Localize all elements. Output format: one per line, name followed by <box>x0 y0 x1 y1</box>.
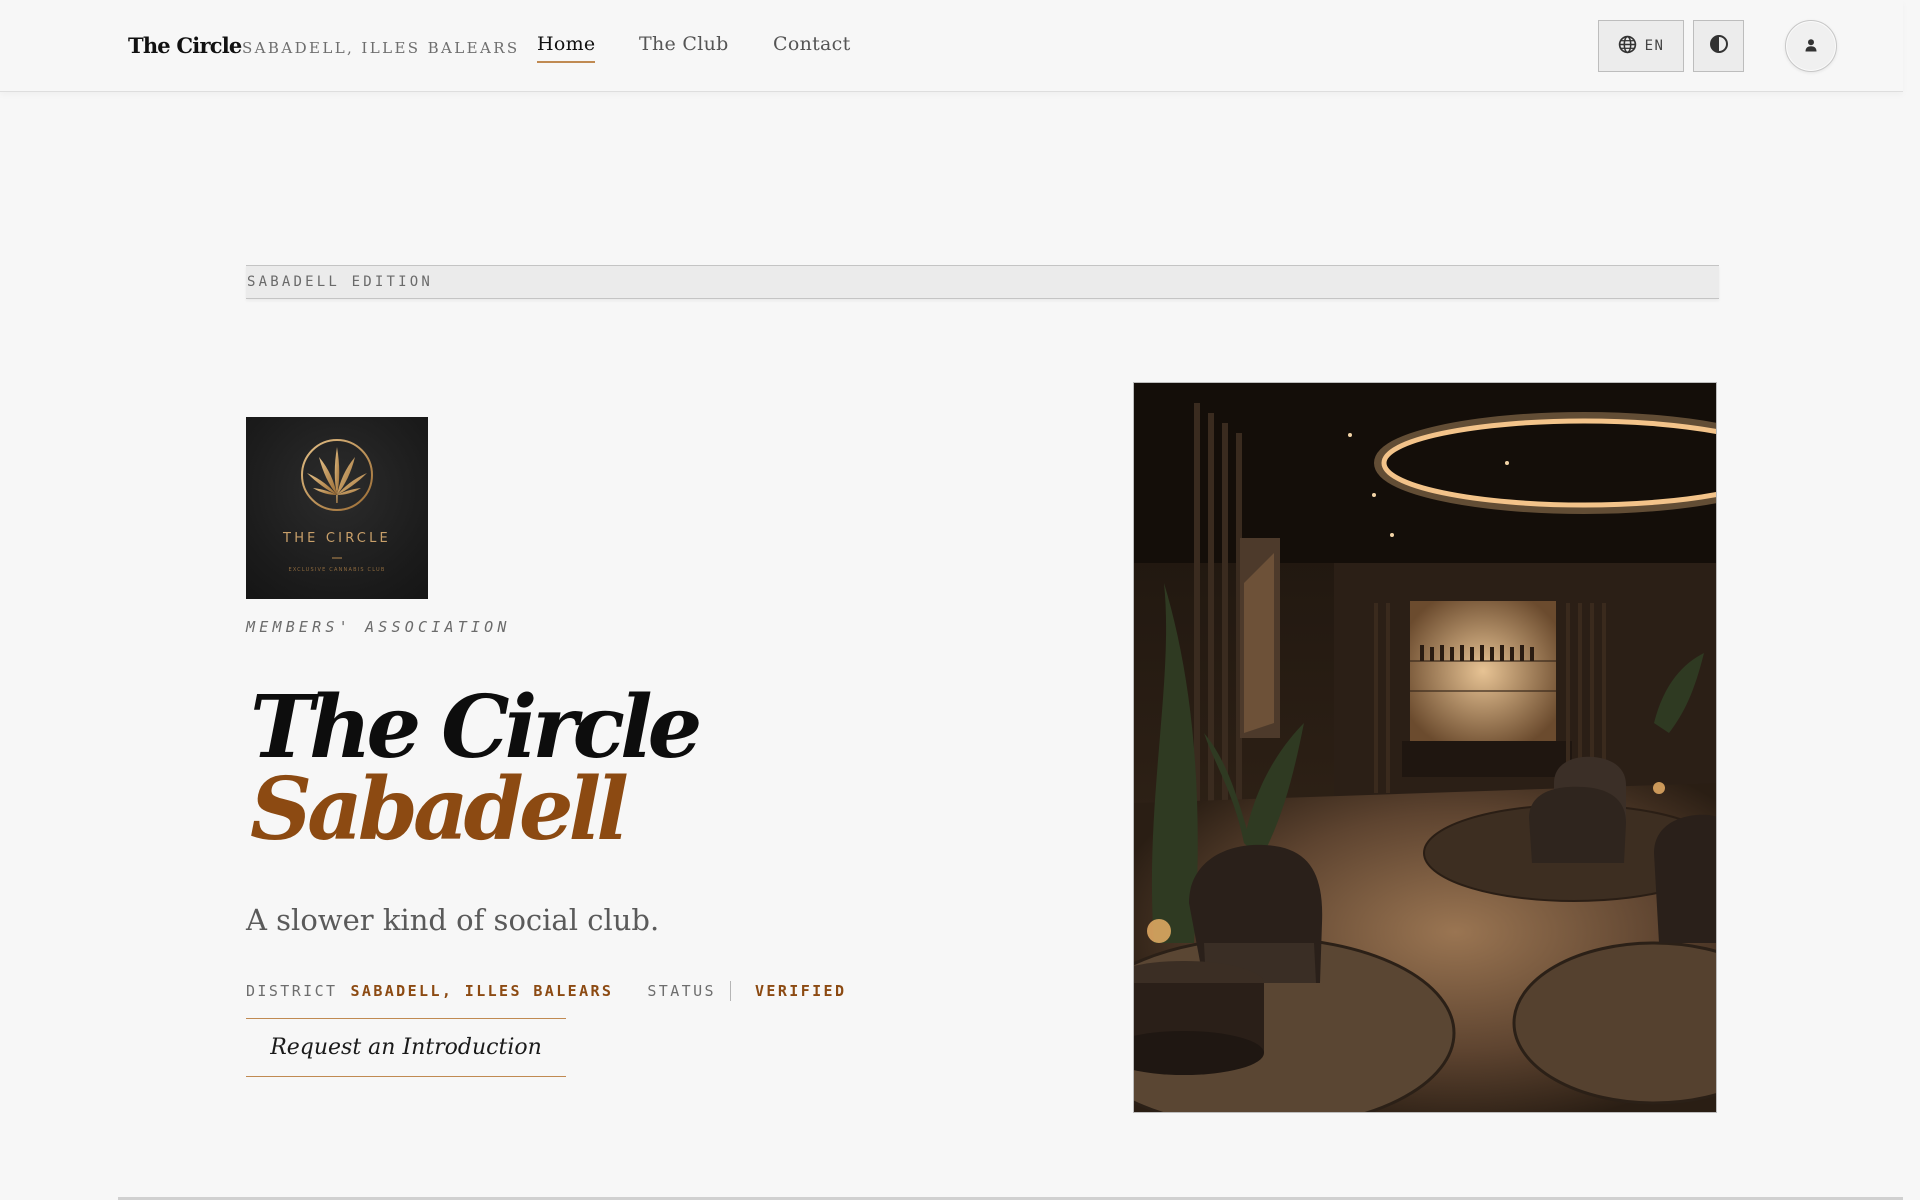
meta-divider <box>729 981 731 1001</box>
status-value: VERIFIED <box>754 982 847 1000</box>
edition-label: SABADELL EDITION <box>247 274 434 290</box>
edition-banner: SABADELL EDITION <box>246 265 1719 299</box>
language-label: EN <box>1644 38 1665 54</box>
nav-home[interactable]: Home <box>537 33 596 63</box>
club-meta: DISTRICT SABADELL, ILLES BALEARS STATUS … <box>246 980 846 1002</box>
district-value: SABADELL, ILLES BALEARS <box>350 982 614 1000</box>
language-button[interactable]: EN <box>1598 20 1684 72</box>
request-introduction-button[interactable]: Request an Introduction <box>246 1018 566 1077</box>
nav-contact[interactable]: Contact <box>773 33 851 55</box>
globe-icon <box>1618 35 1637 58</box>
nav-the-club[interactable]: The Club <box>639 33 729 55</box>
brand-location: SABADELL, ILLES BALEARS <box>242 39 520 57</box>
lounge-interior-image <box>1133 382 1717 1113</box>
theme-toggle-button[interactable] <box>1693 20 1744 72</box>
eyebrow-label: MEMBERS' ASSOCIATION <box>246 618 511 636</box>
logo-tagline: EXCLUSIVE CANNABIS CLUB <box>288 567 386 573</box>
district-label: DISTRICT <box>246 982 338 1000</box>
club-logo: THE CIRCLE EXCLUSIVE CANNABIS CLUB <box>246 417 428 599</box>
user-icon <box>1804 37 1818 56</box>
hero-title-line-2: Sabadell <box>250 759 629 860</box>
contrast-icon <box>1709 34 1729 58</box>
brand-name[interactable]: The Circle <box>128 33 242 58</box>
hero-tagline: A slower kind of social club. <box>246 903 660 937</box>
site-header: The Circle SABADELL, ILLES BALEARS Home … <box>0 0 1903 92</box>
status-label: STATUS <box>647 982 716 1000</box>
account-button[interactable] <box>1785 20 1837 72</box>
logo-wordmark: THE CIRCLE <box>283 531 391 546</box>
